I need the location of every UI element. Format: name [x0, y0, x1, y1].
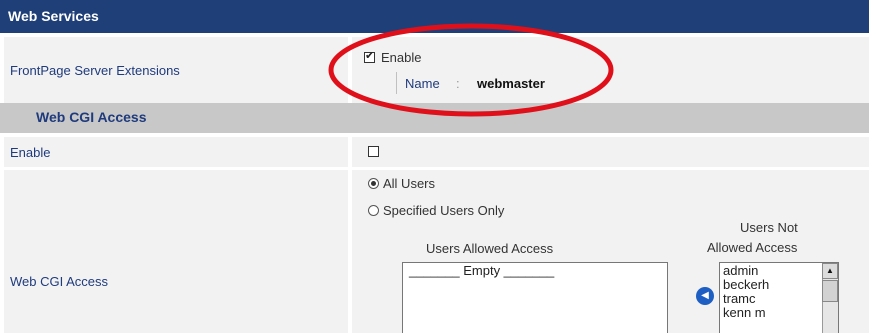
- allowed-list-title: Users Allowed Access: [426, 241, 554, 256]
- all-users-radio[interactable]: [368, 178, 379, 189]
- all-users-label: All Users: [383, 176, 436, 191]
- cgi-enable-checkbox[interactable]: [368, 146, 379, 157]
- cgi-access-label-cell: Web CGI Access: [4, 170, 348, 333]
- name-label: Name: [405, 76, 440, 91]
- triangle-up-icon: ▲: [826, 266, 834, 275]
- list-item[interactable]: tramc: [720, 292, 838, 306]
- name-value: webmaster: [477, 76, 545, 91]
- list-item[interactable]: admin: [720, 264, 838, 278]
- specified-users-radio[interactable]: [368, 205, 379, 216]
- scroll-up-button[interactable]: ▲: [822, 263, 838, 279]
- frontpage-row: FrontPage Server Extensions Enable Name …: [0, 37, 869, 103]
- triangle-left-icon: ◀: [701, 290, 709, 301]
- not-allowed-title-line2: Allowed Access: [707, 240, 798, 255]
- list-item[interactable]: kenn m: [720, 306, 838, 320]
- specified-users-label: Specified Users Only: [383, 203, 505, 218]
- move-left-button[interactable]: ◀: [696, 287, 714, 305]
- cgi-enable-label-cell: Enable: [4, 137, 348, 167]
- not-allowed-users-list[interactable]: admin beckerh tramc kenn m ▲: [719, 262, 839, 333]
- cgi-enable-value-cell: [352, 137, 869, 167]
- cgi-enable-row: Enable: [0, 137, 869, 167]
- list-item[interactable]: beckerh: [720, 278, 838, 292]
- frontpage-label-cell: FrontPage Server Extensions: [4, 37, 348, 103]
- frontpage-enable-label: Enable: [381, 50, 422, 65]
- frontpage-label: FrontPage Server Extensions: [10, 63, 180, 78]
- list-scrollbar[interactable]: ▲: [822, 263, 838, 333]
- frontpage-enable-checkbox[interactable]: [364, 49, 375, 63]
- scroll-thumb[interactable]: [822, 280, 838, 302]
- allowed-list-placeholder: _______ Empty _______: [409, 263, 555, 278]
- cgi-access-row: Web CGI Access All Users Specified Users…: [0, 170, 869, 333]
- not-allowed-title-line1: Users Not: [740, 220, 798, 235]
- cgi-enable-label: Enable: [10, 145, 51, 160]
- panel-title: Web Services: [0, 0, 869, 33]
- name-divider: [396, 72, 397, 94]
- cgi-access-value-cell: All Users Specified Users Only Users All…: [352, 170, 869, 333]
- cgi-section-header: Web CGI Access: [0, 103, 869, 133]
- name-separator: :: [456, 76, 460, 91]
- cgi-section-title: Web CGI Access: [36, 109, 147, 125]
- allowed-users-list[interactable]: _______ Empty _______: [402, 262, 668, 333]
- cgi-access-label: Web CGI Access: [10, 274, 109, 289]
- frontpage-value-cell: Enable Name : webmaster: [352, 37, 869, 103]
